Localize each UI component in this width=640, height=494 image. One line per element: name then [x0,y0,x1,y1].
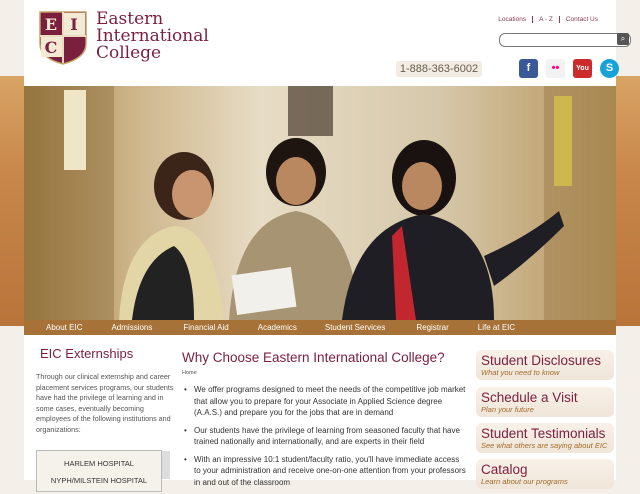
skype-icon[interactable]: S [600,59,619,78]
externships-scrollbar[interactable] [162,451,170,479]
card-subtitle: See what others are saying about EIC [481,441,608,450]
flickr-icon[interactable]: •• [546,59,565,78]
shield-icon: E I C [38,10,88,66]
page: E I C Eastern International College Loca… [24,0,631,492]
card-title: Schedule a Visit [481,390,578,405]
phone-number: 1-888-363-6002 [396,61,482,77]
externships-list[interactable]: HARLEM HOSPITAL NYPH/MILSTEIN HOSPITAL [36,450,162,492]
left-side-band [0,76,24,326]
card-title: Student Testimonials [481,426,606,441]
card-subtitle: Plan your future [481,405,534,414]
breadcrumb[interactable]: Home [182,370,197,376]
catalog-card[interactable]: Catalog Learn about our programs [476,459,614,489]
card-title: Catalog [481,462,528,477]
top-links: Locations A - Z Contact Us [492,16,604,23]
externships-title: EIC Externships [40,346,134,361]
shield-letter-c: C [45,38,58,57]
a-z-link[interactable]: A - Z [532,16,559,23]
college-logo[interactable]: E I C Eastern International College [38,10,209,66]
youtube-icon[interactable]: You [573,59,592,78]
nav-admissions[interactable]: Admissions [111,320,152,335]
list-item: Our students have the privilege of learn… [182,425,467,448]
nav-academics[interactable]: Academics [258,320,297,335]
shield-letter-e: E [45,15,57,34]
college-name-line3: College [96,43,162,63]
facebook-icon[interactable]: f [519,59,538,78]
search-input[interactable] [499,33,631,47]
nav-about[interactable]: About EIC [46,320,82,335]
student-testimonials-card[interactable]: Student Testimonials See what others are… [476,423,614,453]
schedule-visit-card[interactable]: Schedule a Visit Plan your future [476,387,614,417]
search-button[interactable]: ⌕ [617,33,629,45]
nav-financial-aid[interactable]: Financial Aid [183,320,228,335]
list-item: We offer programs designed to meet the n… [182,384,467,419]
contact-us-link[interactable]: Contact Us [558,16,604,23]
nav-student-services[interactable]: Student Services [325,320,385,335]
nav-registrar[interactable]: Registrar [416,320,448,335]
externships-text: Through our clinical externship and care… [36,372,174,434]
page-title: Why Choose Eastern International College… [182,350,445,365]
main-nav: About EIC Admissions Financial Aid Acade… [24,320,616,335]
student-disclosures-card[interactable]: Student Disclosures What you need to kno… [476,350,614,380]
list-item: With an impressive 10:1 student/faculty … [182,454,467,489]
card-subtitle: What you need to know [481,368,560,377]
reasons-list: We offer programs designed to meet the n… [182,384,467,494]
nav-life-at-eic[interactable]: Life at EIC [478,320,515,335]
locations-link[interactable]: Locations [492,16,532,23]
hero-photo [24,86,616,320]
shield-letter-i: I [70,15,77,34]
search-icon: ⌕ [620,34,626,43]
college-name: Eastern International College [96,11,209,62]
card-title: Student Disclosures [481,353,602,368]
hero-illustration [24,86,616,320]
list-item: HARLEM HOSPITAL [64,459,134,468]
list-item: NYPH/MILSTEIN HOSPITAL [50,476,148,485]
social-icons: f •• You S [519,59,627,78]
right-side-band [616,76,640,326]
card-subtitle: Learn about our programs [481,477,568,486]
